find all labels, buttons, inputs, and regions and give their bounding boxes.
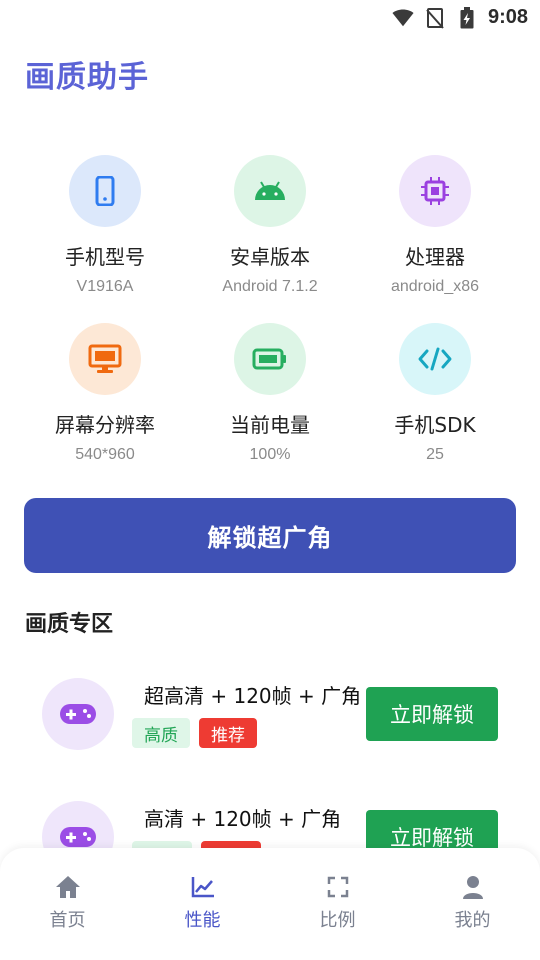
info-label: 手机型号 (65, 245, 145, 269)
battery-icon (234, 323, 306, 395)
nav-label: 首页 (49, 910, 86, 931)
wifi-icon (392, 7, 414, 29)
gamepad-icon (42, 678, 114, 750)
code-icon (399, 323, 471, 395)
home-icon (55, 874, 81, 900)
info-label: 屏幕分辨率 (55, 413, 155, 437)
unlock-wide-angle-button[interactable]: 解锁超广角 (24, 498, 516, 573)
section-title: 画质专区 (25, 612, 114, 637)
info-value: android_x86 (390, 278, 480, 295)
status-icons: 9:08 (392, 6, 528, 29)
nav-item-ratio[interactable]: 比例 (270, 848, 405, 960)
nav-item-home[interactable]: 首页 (0, 848, 135, 960)
info-cell-resolution: 屏幕分辨率 540*960 (0, 323, 210, 491)
android-icon (234, 155, 306, 227)
info-cell-sdk: 手机SDK 25 (330, 323, 540, 491)
info-value: 540*960 (75, 446, 135, 463)
chart-icon (190, 874, 216, 900)
status-bar: 9:08 (0, 0, 540, 36)
info-cell-battery: 当前电量 100% (210, 323, 330, 491)
info-value: V1916A (76, 278, 134, 295)
nav-label: 我的 (454, 910, 491, 931)
user-icon (460, 874, 486, 900)
fullscreen-icon (325, 874, 351, 900)
info-label: 处理器 (405, 245, 465, 269)
cpu-icon (399, 155, 471, 227)
unlock-now-button[interactable]: 立即解锁 (366, 687, 498, 741)
monitor-icon (69, 323, 141, 395)
info-value: 100% (249, 446, 291, 463)
phone-icon (69, 155, 141, 227)
info-value: 25 (426, 446, 444, 463)
no-signal-icon (424, 7, 446, 29)
info-row: 屏幕分辨率 540*960 当前电量 100% 手机SDK 25 (0, 323, 540, 491)
nav-item-performance[interactable]: 性能 (135, 848, 270, 960)
bottom-nav: 首页 性能 比例 我的 (0, 848, 540, 960)
device-info-grid: 手机型号 V1916A 安卓版本 Android 7.1.2 处理器 andro… (0, 155, 540, 491)
info-label: 当前电量 (230, 413, 310, 437)
tag-recommend: 推荐 (199, 718, 257, 748)
quality-item: 超高清 + 120帧 + 广角 高质 推荐 立即解锁 (0, 670, 540, 770)
app-title: 画质助手 (25, 60, 149, 95)
info-row: 手机型号 V1916A 安卓版本 Android 7.1.2 处理器 andro… (0, 155, 540, 323)
quality-item-title: 超高清 + 120帧 + 广角 (144, 684, 362, 708)
status-time: 9:08 (487, 6, 528, 28)
quality-item-title: 高清 + 120帧 + 广角 (144, 807, 342, 831)
info-cell-android: 安卓版本 Android 7.1.2 (210, 155, 330, 323)
nav-item-mine[interactable]: 我的 (405, 848, 540, 960)
info-label: 安卓版本 (230, 245, 310, 269)
info-cell-cpu: 处理器 android_x86 (330, 155, 540, 323)
info-cell-model: 手机型号 V1916A (0, 155, 210, 323)
info-label: 手机SDK (394, 413, 476, 437)
nav-label: 性能 (184, 910, 221, 931)
nav-label: 比例 (319, 910, 356, 931)
info-value: Android 7.1.2 (222, 278, 318, 295)
tag-high-quality: 高质 (132, 718, 190, 748)
battery-charging-icon (456, 6, 478, 29)
quality-item-tags: 高质 推荐 (132, 718, 257, 748)
